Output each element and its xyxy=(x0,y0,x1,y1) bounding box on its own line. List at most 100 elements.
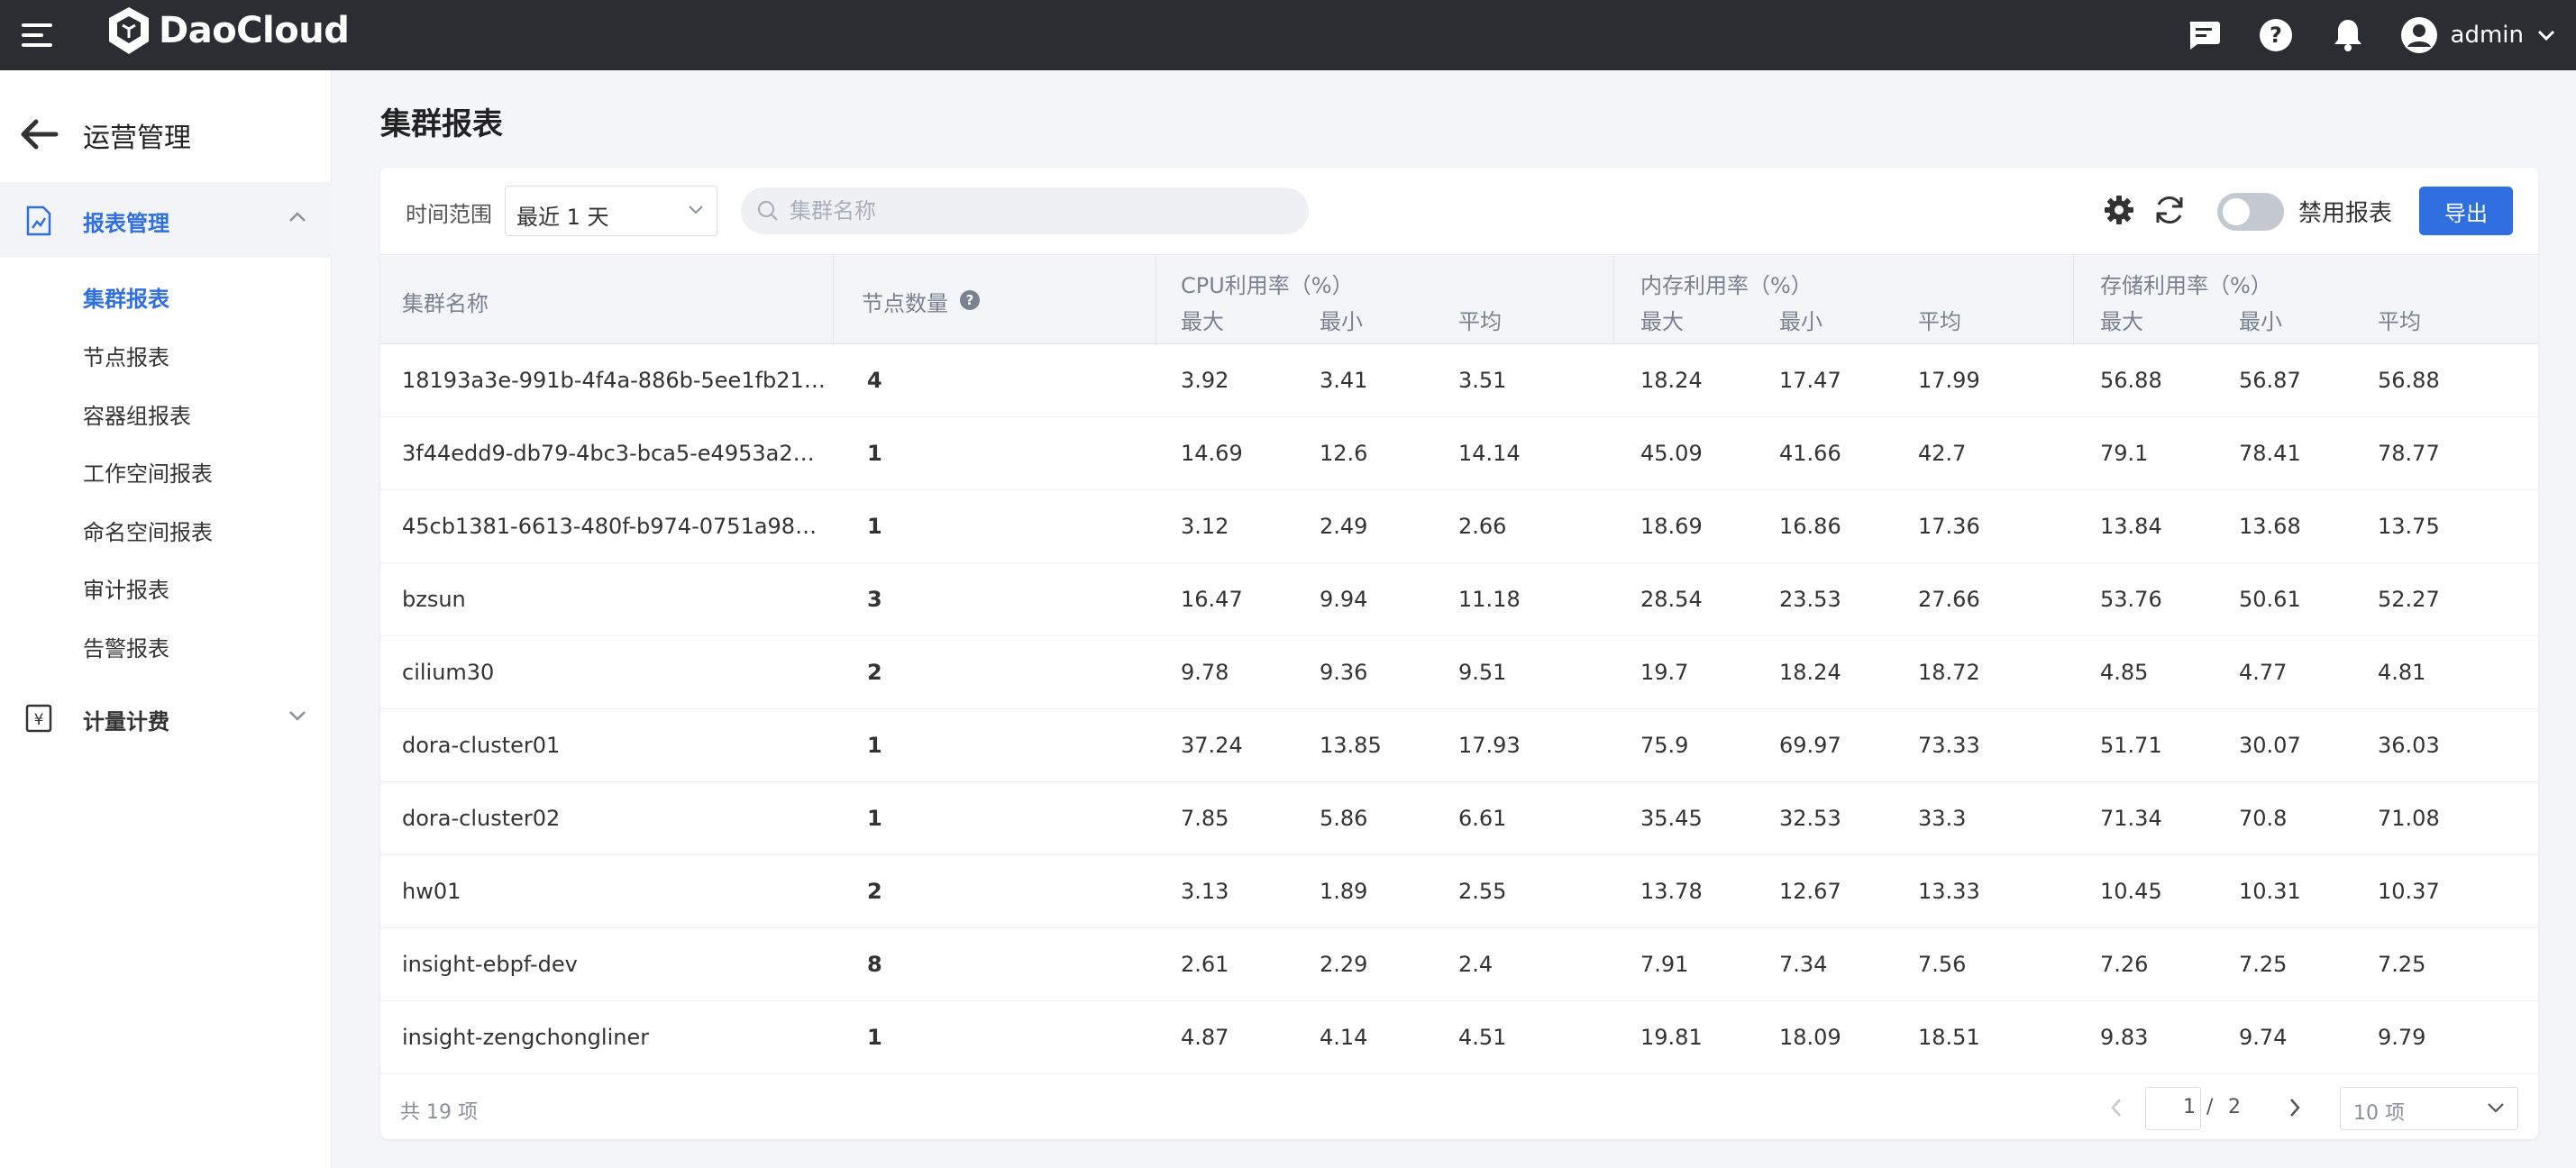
cell-mem-avg: 17.36 xyxy=(1918,514,1980,539)
user-avatar-icon xyxy=(2400,17,2437,53)
cell-cpu-avg: 17.93 xyxy=(1458,733,1521,758)
cell-node-count: 4 xyxy=(867,368,882,393)
chevron-down-icon xyxy=(689,205,703,214)
export-button[interactable]: 导出 xyxy=(2419,187,2513,235)
gear-icon[interactable] xyxy=(2104,195,2134,225)
table-row[interactable]: bzsun 3 16.47 9.94 11.18 28.54 23.53 27.66 53.76… xyxy=(380,563,2538,636)
cell-mem-max: 7.91 xyxy=(1640,952,1689,977)
toolbar: 时间范围 最近 1 天 禁用报表 导出 xyxy=(380,168,2538,254)
table-row[interactable]: 45cb1381-6613-480f-b974-0751a9844... 1 3.1… xyxy=(380,490,2538,563)
table-row[interactable]: dora-cluster02 1 7.85 5.86 6.61 35.45 32.53 33.… xyxy=(380,782,2538,855)
cell-cpu-avg: 14.14 xyxy=(1458,441,1521,466)
cell-storage-min: 70.8 xyxy=(2239,806,2288,831)
cell-storage-max: 53.76 xyxy=(2100,587,2162,612)
cell-storage-max: 10.45 xyxy=(2100,879,2162,904)
svg-text:?: ? xyxy=(966,292,974,308)
current-page: 1 xyxy=(2183,1096,2196,1118)
header-cluster-name[interactable]: 集群名称 xyxy=(402,286,489,317)
page-size-select[interactable]: 10 项 xyxy=(2340,1087,2518,1130)
cell-cpu-min: 9.36 xyxy=(1320,660,1368,685)
cell-cluster-name: cilium30 xyxy=(402,660,495,685)
header-mem-avg[interactable]: 平均 xyxy=(1918,304,1961,335)
cell-node-count: 1 xyxy=(867,806,882,831)
billing-icon: ¥ xyxy=(25,704,52,733)
table-row[interactable]: dora-cluster01 1 37.24 13.85 17.93 75.9 69.97 7… xyxy=(380,709,2538,782)
cell-storage-max: 4.85 xyxy=(2100,660,2149,685)
sidebar-item-workspace-report[interactable]: 工作空间报表 xyxy=(83,456,213,488)
table-row[interactable]: insight-ebpf-dev 8 2.61 2.29 2.4 7.91 7.34 7.56… xyxy=(380,928,2538,1001)
header-cpu-min[interactable]: 最小 xyxy=(1320,304,1363,335)
sidebar: 运营管理 报表管理 集群报表 节点报表 容器组报表 工作空间报表 命名空间报表 … xyxy=(0,70,332,1168)
header-mem-max[interactable]: 最大 xyxy=(1640,304,1684,335)
page-title: 集群报表 xyxy=(380,106,503,142)
chevron-left-icon[interactable] xyxy=(2109,1098,2124,1118)
page-size-value: 10 项 xyxy=(2353,1102,2405,1125)
daocloud-logo[interactable]: DaoCloud xyxy=(106,4,350,58)
cell-mem-min: 69.97 xyxy=(1779,733,1841,758)
cell-cpu-max: 3.92 xyxy=(1181,368,1229,393)
sidebar-item-audit-report[interactable]: 审计报表 xyxy=(83,572,169,604)
sidebar-item-alert-report[interactable]: 告警报表 xyxy=(83,631,169,662)
cell-mem-max: 19.81 xyxy=(1640,1025,1703,1050)
header-memory: 内存利用率（%） xyxy=(1640,273,1813,298)
cell-storage-min: 4.77 xyxy=(2239,660,2288,685)
cell-cluster-name: insight-ebpf-dev xyxy=(402,952,578,977)
chevron-down-icon xyxy=(2488,1103,2504,1113)
top-navigation-bar: DaoCloud ? admin xyxy=(0,0,2576,70)
cell-cpu-avg: 2.55 xyxy=(1458,879,1507,904)
cell-cpu-max: 7.85 xyxy=(1181,806,1229,831)
table-row[interactable]: cilium30 2 9.78 9.36 9.51 19.7 18.24 18.72 4.85 4… xyxy=(380,636,2538,709)
header-cpu-avg[interactable]: 平均 xyxy=(1458,304,1502,335)
table-row[interactable]: hw01 2 3.13 1.89 2.55 13.78 12.67 13.33 10.45 10.… xyxy=(380,855,2538,928)
table-row[interactable]: insight-zengchongliner 1 4.87 4.14 4.51 19.81… xyxy=(380,1001,2538,1074)
cell-mem-avg: 17.99 xyxy=(1918,368,1980,393)
header-storage-min[interactable]: 最小 xyxy=(2239,304,2282,335)
disable-report-toggle[interactable] xyxy=(2217,193,2284,231)
cell-node-count: 1 xyxy=(867,514,882,539)
menu-icon[interactable] xyxy=(22,18,56,52)
cell-storage-min: 30.07 xyxy=(2239,733,2301,758)
header-storage-max[interactable]: 最大 xyxy=(2100,304,2143,335)
cell-cpu-min: 1.89 xyxy=(1320,879,1368,904)
table-row[interactable]: 3f44edd9-db79-4bc3-bca5-e4953a2255... 1 14… xyxy=(380,417,2538,490)
question-circle-icon[interactable]: ? xyxy=(959,289,981,311)
table-row[interactable]: 18193a3e-991b-4f4a-886b-5ee1fb21b0... 4 3.… xyxy=(380,344,2538,417)
cell-cpu-min: 5.86 xyxy=(1320,806,1368,831)
cell-cpu-max: 3.13 xyxy=(1181,879,1229,904)
help-icon[interactable]: ? xyxy=(2256,15,2296,55)
back-to-operations[interactable]: 运营管理 xyxy=(0,106,332,160)
sidebar-item-node-report[interactable]: 节点报表 xyxy=(83,340,169,371)
cell-storage-max: 7.26 xyxy=(2100,952,2149,977)
time-range-label: 时间范围 xyxy=(406,202,492,227)
cluster-search-input[interactable] xyxy=(790,195,1294,227)
message-icon[interactable] xyxy=(2184,15,2224,55)
cell-cluster-name: hw01 xyxy=(402,879,461,904)
cell-cpu-max: 37.24 xyxy=(1181,733,1243,758)
cell-mem-avg: 73.33 xyxy=(1918,733,1980,758)
sidebar-item-pod-report[interactable]: 容器组报表 xyxy=(83,398,191,430)
app-name: DaoCloud xyxy=(159,10,350,51)
cell-cluster-name: insight-zengchongliner xyxy=(402,1025,650,1050)
header-mem-min[interactable]: 最小 xyxy=(1779,304,1822,335)
page-separator: / xyxy=(2206,1096,2214,1118)
time-range-select[interactable]: 最近 1 天 xyxy=(505,186,717,236)
cell-cpu-avg: 9.51 xyxy=(1458,660,1507,685)
header-cpu-max[interactable]: 最大 xyxy=(1181,304,1224,335)
cell-storage-min: 13.68 xyxy=(2239,514,2301,539)
sidebar-item-cluster-report[interactable]: 集群报表 xyxy=(83,281,169,313)
search-box xyxy=(741,187,1309,234)
menu-group-billing[interactable]: ¥ 计量计费 xyxy=(0,680,332,756)
cell-node-count: 2 xyxy=(867,660,882,685)
bell-icon[interactable] xyxy=(2328,15,2368,55)
header-node-count[interactable]: 节点数量 xyxy=(862,286,948,317)
cell-mem-max: 35.45 xyxy=(1640,806,1703,831)
cell-cpu-min: 2.29 xyxy=(1320,952,1368,977)
menu-group-reports[interactable]: 报表管理 xyxy=(0,182,332,258)
user-menu[interactable]: admin xyxy=(2400,16,2556,54)
sidebar-item-namespace-report[interactable]: 命名空间报表 xyxy=(83,515,213,546)
cell-storage-avg: 4.81 xyxy=(2378,660,2426,685)
cell-storage-avg: 78.77 xyxy=(2378,441,2440,466)
refresh-icon[interactable] xyxy=(2152,193,2187,227)
header-storage-avg[interactable]: 平均 xyxy=(2378,304,2421,335)
chevron-right-icon[interactable] xyxy=(2288,1098,2302,1118)
